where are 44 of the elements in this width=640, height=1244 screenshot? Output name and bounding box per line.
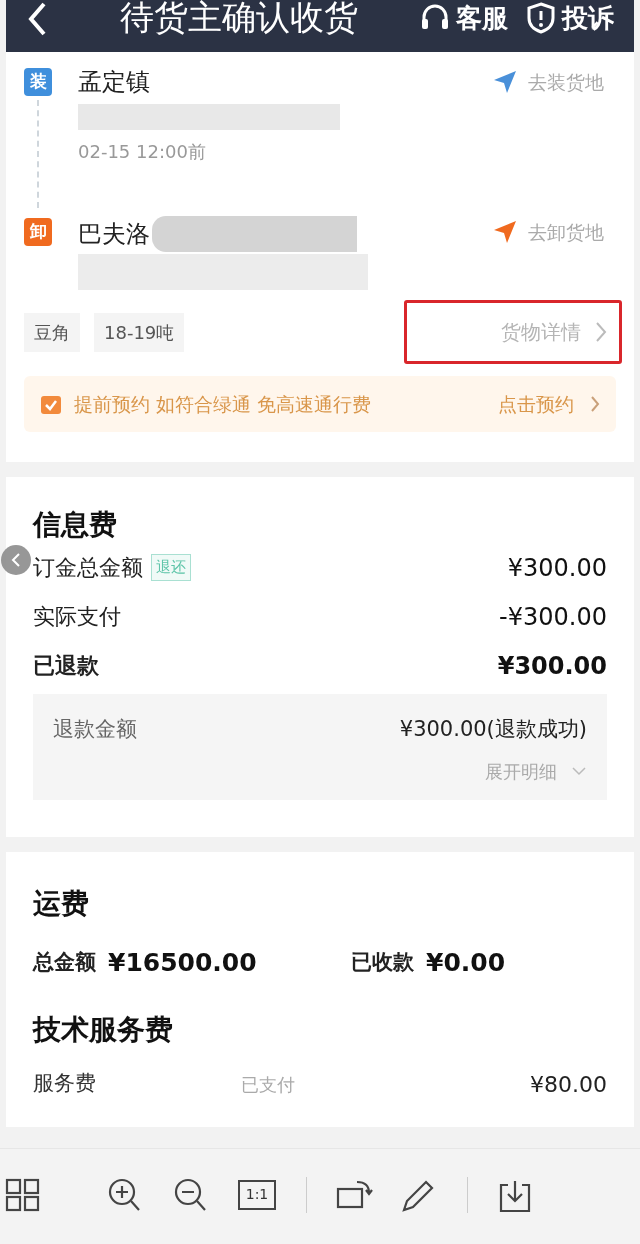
refund-value: ¥300.00(退款成功) <box>399 716 587 743</box>
refund-label: 退款金额 <box>53 716 137 743</box>
freight-label: 已收款 <box>351 949 414 976</box>
freight-label: 总金额 <box>33 949 96 976</box>
cargo-tag: 18-19吨 <box>94 312 185 352</box>
fee-label: 实际支付 <box>33 603 121 631</box>
grid-icon <box>4 1176 42 1213</box>
cargo-tag: 豆角 <box>24 312 80 352</box>
fee-label: 已退款 <box>33 652 99 680</box>
chevron-down-icon <box>571 766 587 776</box>
chevron-left-icon <box>11 552 21 568</box>
header-action[interactable]: 投诉 <box>526 0 614 38</box>
stop-badge: 装 <box>24 68 52 96</box>
fee-value: ¥300.00 <box>507 552 607 584</box>
freight-value: ¥0.00 <box>426 947 506 979</box>
section-title: 信息费 <box>33 507 118 543</box>
promo-text: 提前预约 如符合绿通 免高速通行费 <box>74 391 372 417</box>
expand-details-toggle[interactable]: 展开明细 <box>485 757 587 785</box>
page-title: 待货主确认收货 <box>120 0 358 34</box>
reserve-link[interactable]: 点击预约 <box>498 389 600 419</box>
actual-size-button[interactable]: 1:1 <box>238 1179 276 1210</box>
load-time: 02-15 12:00前 <box>78 140 207 164</box>
section-title: 技术服务费 <box>33 1011 174 1048</box>
fee-label: 订金总金额 <box>33 554 143 582</box>
place-name: 孟定镇 <box>78 67 150 98</box>
cargo-detail-link[interactable]: 货物详情 <box>404 300 622 364</box>
toolbar-button[interactable] <box>4 1176 42 1213</box>
header-action[interactable]: 客服 <box>420 0 508 38</box>
payment-status: 已支付 <box>241 1072 295 1097</box>
navigate-button[interactable]: 去卸货地 <box>492 218 604 247</box>
chevron-right-icon <box>595 321 607 343</box>
navigate-button[interactable]: 去装货地 <box>492 68 604 97</box>
fee-label: 服务费 <box>33 1070 97 1098</box>
stop-badge: 卸 <box>24 218 52 246</box>
freight-value: ¥16500.00 <box>108 947 257 979</box>
place-name: 巴夫洛 <box>78 219 150 250</box>
section-title: 运费 <box>33 886 90 922</box>
fee-value: ¥80.00 <box>530 1070 607 1099</box>
fee-value: -¥300.00 <box>499 601 607 633</box>
fee-value: ¥300.00 <box>497 650 607 682</box>
floating-back-button[interactable] <box>1 545 31 575</box>
shield-icon <box>526 2 556 34</box>
refund-tag: 退还 <box>151 554 191 581</box>
chevron-right-icon <box>590 395 600 413</box>
